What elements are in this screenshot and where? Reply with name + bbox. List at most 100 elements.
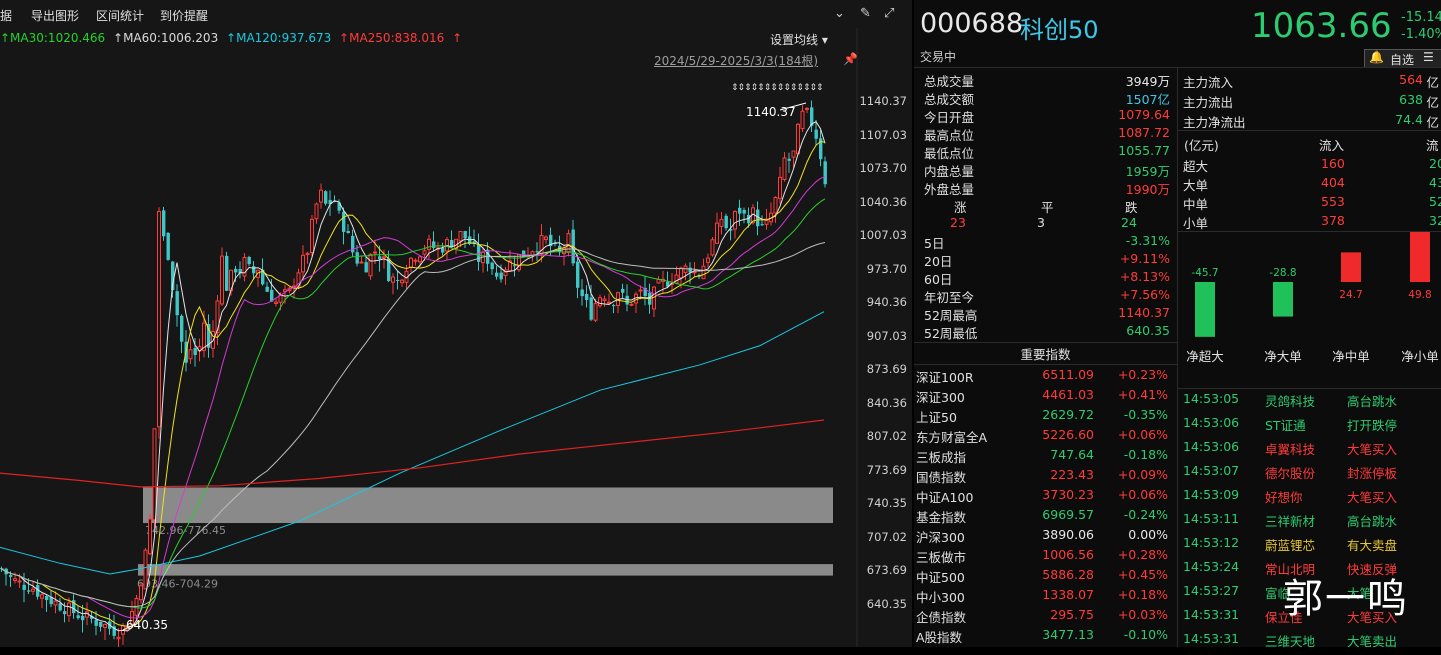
candlestick[interactable] <box>503 266 508 285</box>
candlestick[interactable] <box>58 597 62 612</box>
candlestick[interactable] <box>517 254 521 272</box>
alert-stock[interactable]: 三祥新材 <box>1265 511 1315 530</box>
index-row[interactable]: 基金指数 6969.57 -0.24% <box>916 507 1176 527</box>
candlestick[interactable] <box>180 314 184 354</box>
alert-row[interactable]: 14:53:12 蔚蓝锂芯 有大卖盘 <box>1183 535 1441 559</box>
candlestick[interactable] <box>710 236 715 257</box>
alert-row[interactable]: 14:53:31 三维天地 大笔卖出 <box>1183 631 1441 655</box>
alert-row[interactable]: 14:53:07 德尔股份 封涨停板 <box>1183 463 1441 487</box>
candlestick[interactable] <box>148 513 152 556</box>
candlestick[interactable] <box>450 230 454 248</box>
candlestick[interactable] <box>701 258 706 280</box>
candlestick[interactable] <box>436 242 440 260</box>
candlestick[interactable] <box>220 247 224 307</box>
candlestick[interactable] <box>400 278 404 287</box>
candlestick[interactable] <box>103 623 107 641</box>
candlestick[interactable] <box>782 152 787 182</box>
candlestick[interactable] <box>49 590 53 608</box>
candlestick[interactable] <box>310 215 314 257</box>
alert-stock[interactable]: 卓翼科技 <box>1265 439 1315 458</box>
candlestick[interactable] <box>324 190 328 206</box>
candlestick[interactable] <box>351 229 355 257</box>
candlestick[interactable] <box>513 255 517 277</box>
candlestick[interactable] <box>139 582 143 604</box>
candlestick[interactable] <box>301 245 305 281</box>
alert-stock[interactable]: 好想你 <box>1265 487 1303 506</box>
alert-stock[interactable]: 蔚蓝锂芯 <box>1265 535 1315 554</box>
candlestick[interactable] <box>742 207 746 224</box>
index-row[interactable]: 深证300 4461.03 +0.41% <box>916 387 1176 407</box>
candlestick[interactable] <box>445 237 449 261</box>
index-row[interactable]: 中证A100 3730.23 +0.06% <box>916 487 1176 507</box>
candlestick[interactable] <box>162 206 166 241</box>
kline-plot[interactable]: 742.96-776.45693.46-704.29 1140.37640.35… <box>0 0 858 647</box>
candlestick[interactable] <box>760 215 764 227</box>
candlestick[interactable] <box>454 238 458 255</box>
alert-stock[interactable]: 德尔股份 <box>1265 463 1315 482</box>
candlestick[interactable] <box>157 207 161 439</box>
candlestick[interactable] <box>391 273 395 295</box>
index-row[interactable]: 中证500 5886.28 +0.45% <box>916 567 1176 587</box>
candlestick[interactable] <box>368 253 373 280</box>
candlestick[interactable] <box>756 201 760 236</box>
candlestick[interactable] <box>477 233 481 271</box>
candlestick[interactable] <box>175 284 179 327</box>
candlestick[interactable] <box>396 271 400 290</box>
alert-stock[interactable]: 三维天地 <box>1265 631 1315 650</box>
candlestick[interactable] <box>413 258 418 266</box>
index-row[interactable]: 中小300 1338.07 +0.18% <box>916 587 1176 607</box>
candlestick[interactable] <box>409 257 413 272</box>
index-row[interactable]: A股指数 3477.13 -0.10% <box>916 627 1176 647</box>
kline-chart-panel[interactable]: 据 导出图形 区间统计 到价提醒 ⌄ ✎ ⤢ ↑MA30:1020.466 ↑M… <box>0 0 912 647</box>
alert-row[interactable]: 14:53:06 ST证通 打开跌停 <box>1183 415 1441 439</box>
index-row[interactable]: 三板成指 747.64 -0.18% <box>916 447 1176 467</box>
index-row[interactable]: 深证100R 6511.09 +0.23% <box>916 367 1176 387</box>
candlestick[interactable] <box>616 291 620 314</box>
candlestick[interactable] <box>656 276 661 284</box>
menu-icon[interactable]: ☰ <box>1423 50 1434 64</box>
candlestick[interactable] <box>238 261 242 279</box>
candlestick[interactable] <box>612 303 616 314</box>
candlestick[interactable] <box>585 285 589 308</box>
watchlist-button[interactable]: 🔔 自选 - ☰ <box>1364 49 1441 82</box>
candlestick[interactable] <box>242 253 247 282</box>
candlestick[interactable] <box>796 122 800 155</box>
candlestick[interactable] <box>787 152 791 173</box>
candlestick[interactable] <box>247 255 251 267</box>
alert-stock[interactable]: ST证通 <box>1265 415 1306 434</box>
index-row[interactable]: 企债指数 295.75 +0.03% <box>916 607 1176 627</box>
alert-row[interactable]: 14:53:11 三祥新材 高台跳水 <box>1183 511 1441 535</box>
alert-row[interactable]: 14:53:06 卓翼科技 大笔买入 <box>1183 439 1441 463</box>
candlestick[interactable] <box>432 231 436 252</box>
candlestick[interactable] <box>143 548 148 590</box>
candlestick[interactable] <box>566 229 571 257</box>
candlestick[interactable] <box>715 212 719 245</box>
candlestick[interactable] <box>188 338 193 365</box>
candlestick[interactable] <box>810 100 814 132</box>
candlestick[interactable] <box>45 595 49 612</box>
index-row[interactable]: 三板做市 1006.56 +0.28% <box>916 547 1176 567</box>
index-row[interactable]: 沪深300 3890.06 0.00% <box>916 527 1176 547</box>
alert-row[interactable]: 14:53:09 好想你 大笔买入 <box>1183 487 1441 511</box>
candlestick[interactable] <box>81 604 85 633</box>
candlestick[interactable] <box>490 261 494 275</box>
candlestick[interactable] <box>805 107 809 114</box>
candlestick[interactable] <box>602 295 607 307</box>
stock-name[interactable]: 科创50 <box>1020 10 1099 45</box>
candlestick[interactable] <box>481 247 485 273</box>
index-row[interactable]: 上证50 2629.72 -0.35% <box>916 407 1176 427</box>
candlestick[interactable] <box>769 202 773 226</box>
candlestick[interactable] <box>535 242 539 261</box>
candlestick[interactable] <box>558 235 562 256</box>
candlestick[interactable] <box>643 276 647 306</box>
candlestick[interactable] <box>683 263 688 281</box>
candlestick[interactable] <box>319 183 323 209</box>
candlestick[interactable] <box>629 303 634 307</box>
candlestick[interactable] <box>265 281 269 293</box>
alert-stock[interactable]: 灵鸽科技 <box>1265 391 1315 410</box>
candlestick[interactable] <box>359 255 364 264</box>
candlestick[interactable] <box>724 213 728 231</box>
candlestick[interactable] <box>472 229 476 247</box>
candlestick[interactable] <box>166 231 170 261</box>
index-row[interactable]: 国债指数 223.43 +0.09% <box>916 467 1176 487</box>
